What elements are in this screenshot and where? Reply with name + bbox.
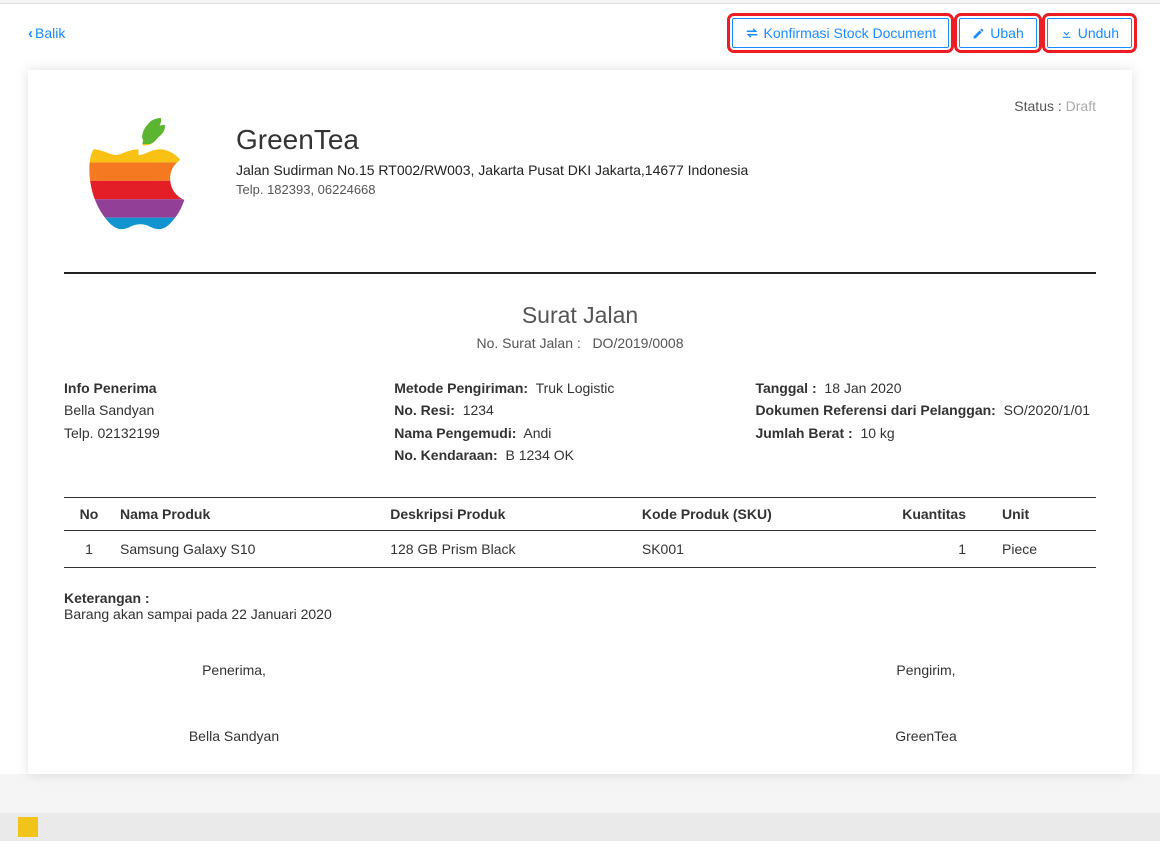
resi-label: No. Resi: — [394, 402, 455, 418]
vehicle-label: No. Kendaraan: — [394, 447, 497, 463]
konfirmasi-label: Konfirmasi Stock Document — [764, 25, 937, 41]
ref-value: SO/2020/1/01 — [1004, 402, 1090, 418]
unduh-button[interactable]: Unduh — [1047, 18, 1132, 48]
sender-sign-label: Pengirim, — [836, 662, 1016, 678]
pencil-icon — [972, 27, 985, 40]
company-address: Jalan Sudirman No.15 RT002/RW003, Jakart… — [236, 162, 748, 178]
sender-sign-name: GreenTea — [836, 728, 1016, 744]
chevron-left-icon: ‹ — [28, 25, 33, 42]
receiver-name: Bella Sandyan — [64, 399, 384, 421]
company-name: GreenTea — [236, 124, 748, 156]
unduh-label: Unduh — [1078, 25, 1119, 41]
receiver-tel: Telp. 02132199 — [64, 422, 384, 444]
footer-square-icon — [18, 817, 38, 837]
document-title: Surat Jalan — [64, 302, 1096, 329]
cell-qty: 1 — [896, 530, 996, 567]
col-sku: Kode Produk (SKU) — [636, 497, 896, 530]
table-row: 1 Samsung Galaxy S10 128 GB Prism Black … — [64, 530, 1096, 567]
status-value: Draft — [1066, 98, 1096, 114]
ship-method-label: Metode Pengiriman: — [394, 380, 528, 396]
konfirmasi-button[interactable]: Konfirmasi Stock Document — [732, 18, 950, 48]
weight-label: Jumlah Berat : — [755, 425, 852, 441]
col-name: Nama Produk — [114, 497, 384, 530]
doc-no-label: No. Surat Jalan : — [476, 335, 580, 351]
back-link-label: Balik — [35, 25, 65, 41]
vehicle-value: B 1234 OK — [505, 447, 574, 463]
date-value: 18 Jan 2020 — [824, 380, 901, 396]
notes-text: Barang akan sampai pada 22 Januari 2020 — [64, 606, 1096, 622]
back-link[interactable]: ‹ Balik — [28, 25, 65, 42]
col-qty: Kuantitas — [896, 497, 996, 530]
doc-no-value: DO/2019/0008 — [592, 335, 683, 351]
date-label: Tanggal : — [755, 380, 816, 396]
cell-name: Samsung Galaxy S10 — [114, 530, 384, 567]
ubah-button[interactable]: Ubah — [959, 18, 1036, 48]
weight-value: 10 kg — [860, 425, 894, 441]
footer-bar — [0, 813, 1160, 841]
ref-label: Dokumen Referensi dari Pelanggan: — [755, 402, 995, 418]
resi-value: 1234 — [463, 402, 494, 418]
ship-method-value: Truk Logistic — [536, 380, 615, 396]
ubah-label: Ubah — [990, 25, 1023, 41]
status-label: Status : — [1014, 98, 1061, 114]
download-icon — [1060, 27, 1073, 40]
company-logo — [64, 118, 214, 248]
driver-value: Andi — [523, 425, 551, 441]
col-desc: Deskripsi Produk — [384, 497, 636, 530]
document-card: Status : Draft — [28, 70, 1132, 774]
col-no: No — [64, 497, 114, 530]
notes-label: Keterangan : — [64, 590, 1096, 606]
driver-label: Nama Pengemudi: — [394, 425, 516, 441]
exchange-icon — [745, 26, 759, 40]
col-unit: Unit — [996, 497, 1096, 530]
cell-desc: 128 GB Prism Black — [384, 530, 636, 567]
receiver-sign-name: Bella Sandyan — [144, 728, 324, 744]
cell-no: 1 — [64, 530, 114, 567]
company-tel: Telp. 182393, 06224668 — [236, 182, 748, 197]
cell-unit: Piece — [996, 530, 1096, 567]
receiver-heading: Info Penerima — [64, 377, 384, 399]
cell-sku: SK001 — [636, 530, 896, 567]
receiver-sign-label: Penerima, — [144, 662, 324, 678]
products-table: No Nama Produk Deskripsi Produk Kode Pro… — [64, 497, 1096, 568]
